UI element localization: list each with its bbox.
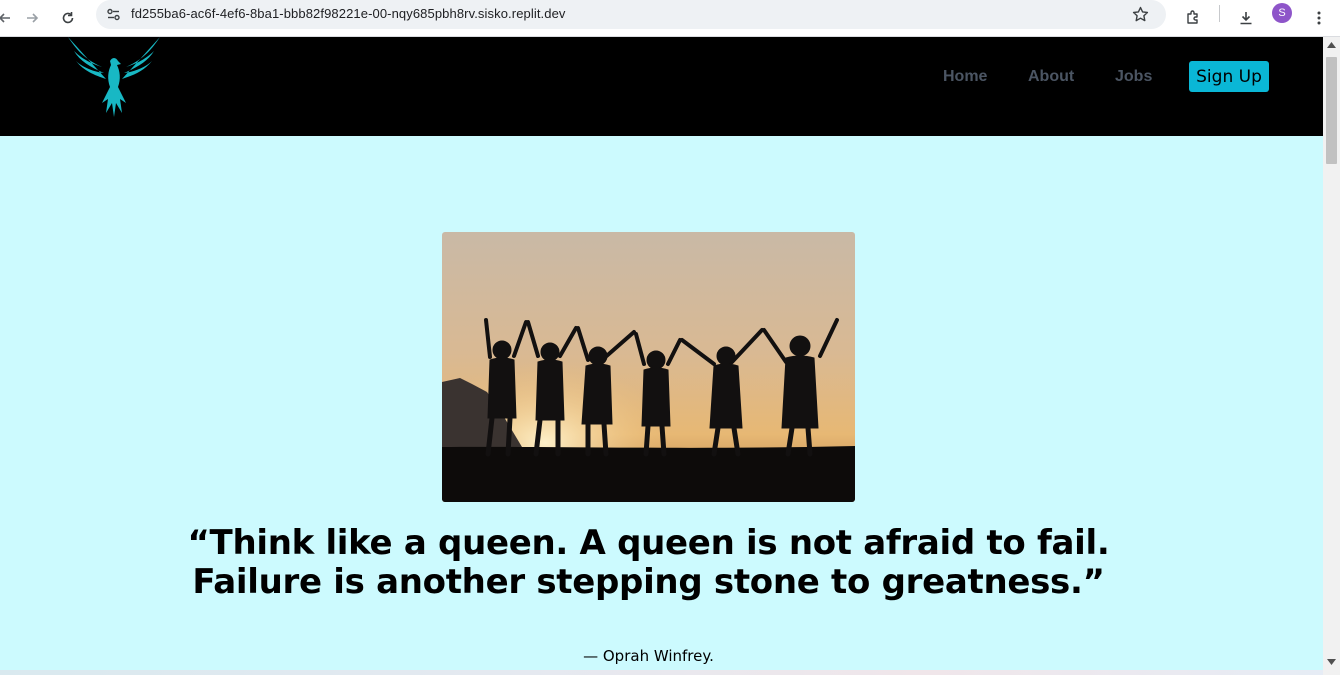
- scrollbar-thumb[interactable]: [1326, 57, 1337, 164]
- site-navbar: Home About Jobs Sign Up: [0, 37, 1323, 136]
- reload-icon: [62, 12, 74, 24]
- reload-button[interactable]: [53, 3, 83, 33]
- page-bottom-edge: [0, 670, 1323, 675]
- quote-author: — Oprah Winfrey.: [583, 647, 714, 665]
- nav-link-home[interactable]: Home: [943, 68, 987, 86]
- quote-line-2: Failure is another stepping stone to gre…: [192, 562, 1105, 602]
- toolbar-divider: [1219, 5, 1220, 22]
- scroll-down-arrow-icon[interactable]: [1327, 659, 1336, 665]
- browser-toolbar: fd255ba6-ac6f-4ef6-8ba1-bbb82f98221e-00-…: [0, 0, 1340, 37]
- quote-line-1: “Think like a queen. A queen is not afra…: [187, 523, 1110, 563]
- nav-link-jobs[interactable]: Jobs: [1115, 68, 1152, 86]
- back-arrow-icon: [0, 13, 10, 23]
- page-scrollbar[interactable]: [1323, 37, 1340, 675]
- sign-up-button[interactable]: Sign Up: [1189, 61, 1269, 92]
- url-text: fd255ba6-ac6f-4ef6-8ba1-bbb82f98221e-00-…: [131, 6, 566, 21]
- forward-arrow-icon: [27, 13, 39, 23]
- browser-menu-button[interactable]: [1304, 3, 1334, 33]
- nav-link-about[interactable]: About: [1028, 68, 1074, 86]
- site-settings-icon[interactable]: [106, 7, 121, 22]
- scroll-up-arrow-icon[interactable]: [1327, 42, 1336, 48]
- profile-avatar[interactable]: S: [1272, 3, 1292, 23]
- hero-quote: “Think like a queen. A queen is not afra…: [150, 524, 1147, 602]
- puzzle-icon: [1187, 10, 1198, 24]
- kebab-menu-icon: [1317, 11, 1321, 25]
- hero-image-women-silhouettes: [442, 232, 855, 502]
- address-bar[interactable]: fd255ba6-ac6f-4ef6-8ba1-bbb82f98221e-00-…: [96, 0, 1166, 29]
- phoenix-logo-icon[interactable]: [66, 37, 162, 117]
- download-icon: [1240, 12, 1252, 25]
- forward-button[interactable]: [17, 3, 47, 33]
- bookmark-star-icon[interactable]: [1132, 6, 1149, 23]
- extensions-button[interactable]: [1178, 3, 1208, 33]
- downloads-button[interactable]: [1231, 3, 1261, 33]
- page-content: Home About Jobs Sign Up “Think like a qu…: [0, 37, 1323, 675]
